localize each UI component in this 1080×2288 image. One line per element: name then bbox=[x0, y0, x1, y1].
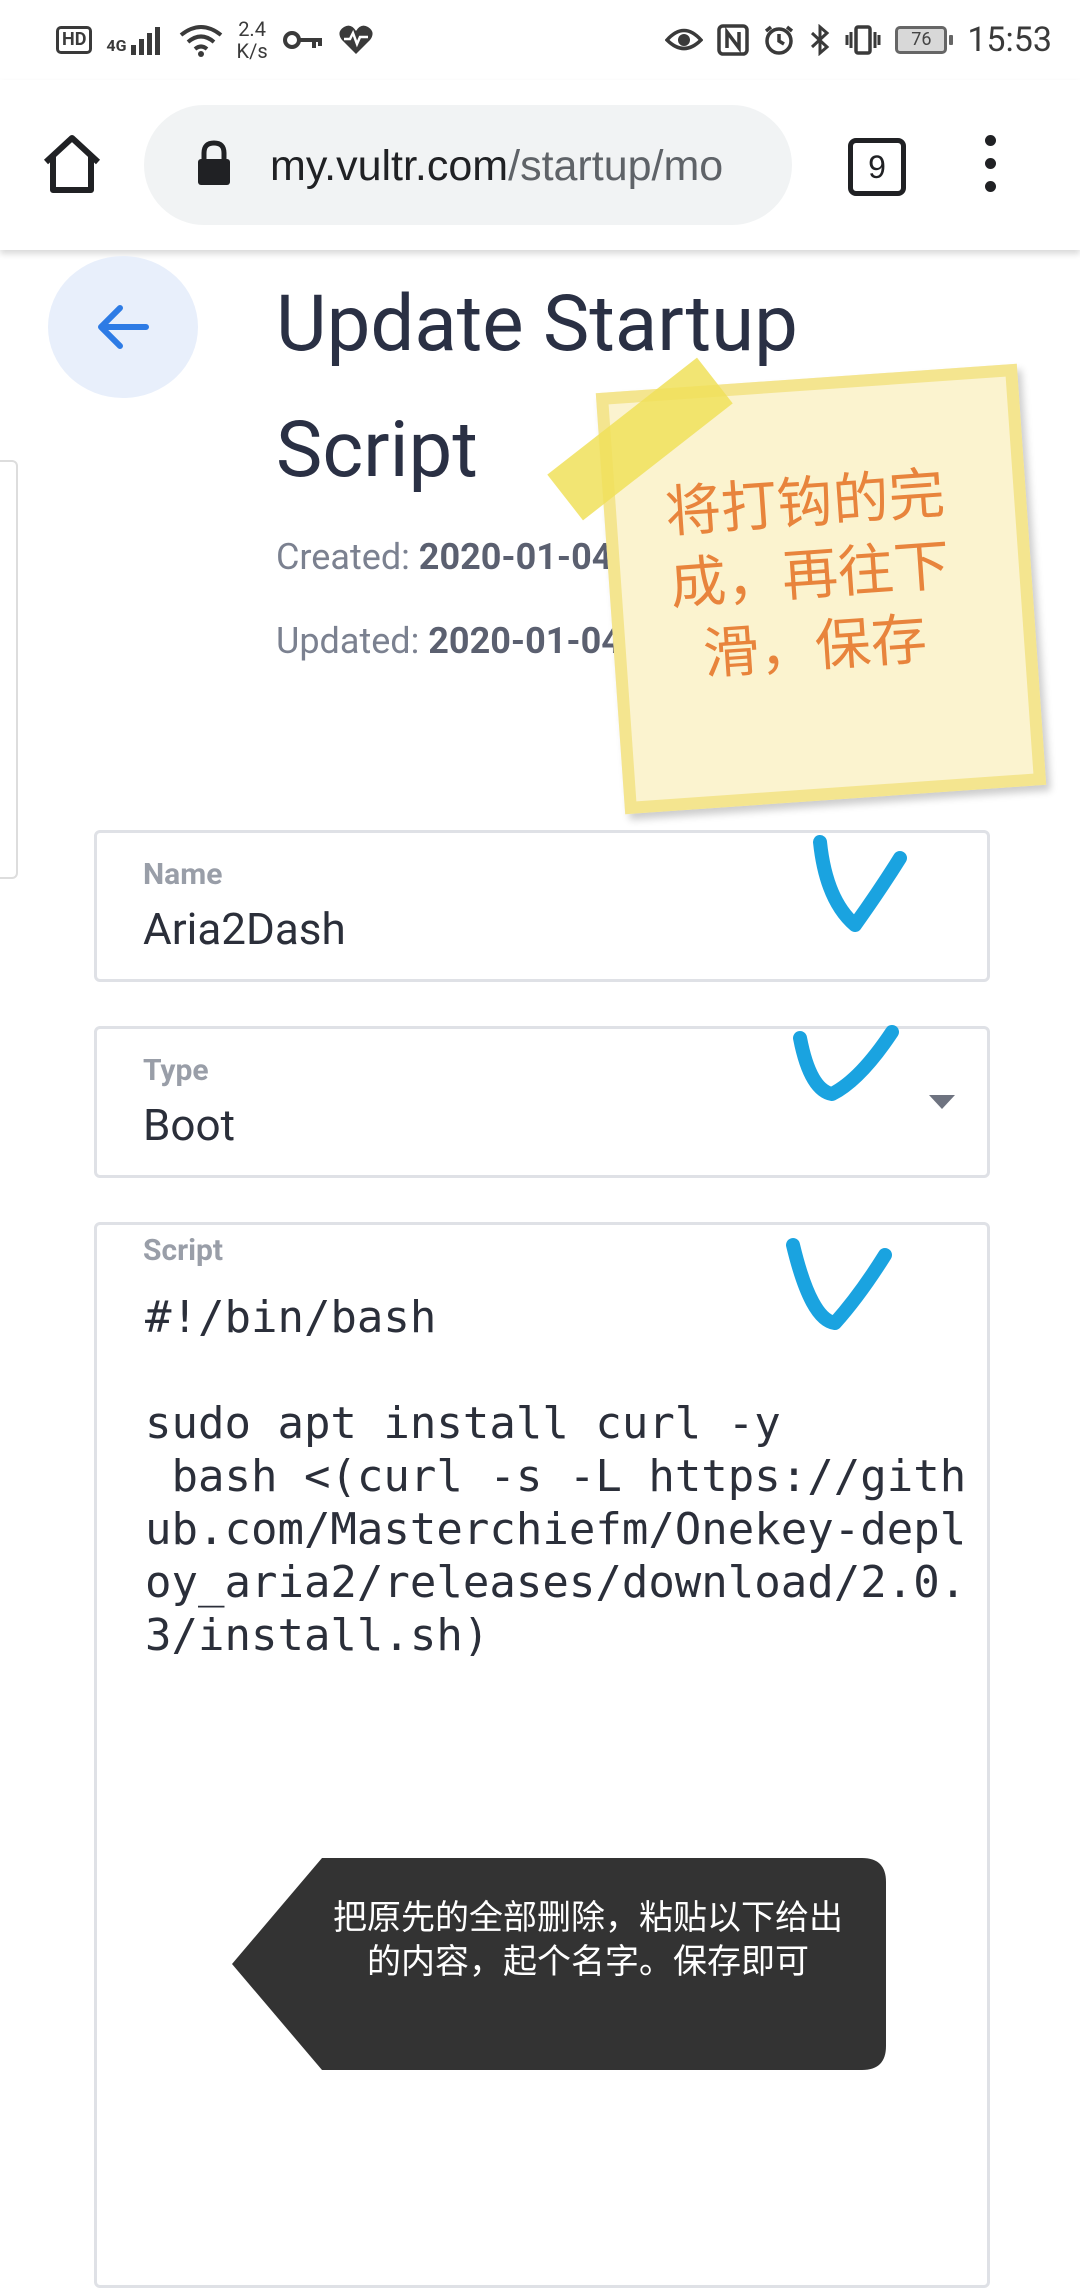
updated-value: 2020-01-04 bbox=[428, 620, 622, 662]
created-label: Created: bbox=[276, 536, 410, 578]
script-textarea[interactable]: #!/bin/bash sudo apt install curl -y bas… bbox=[145, 1291, 985, 1662]
status-bar: HD 4G 2.4 K/s 76 15:53 bbox=[0, 0, 1080, 80]
name-input-value[interactable]: Aria2Dash bbox=[143, 903, 346, 955]
battery-level: 76 bbox=[895, 26, 948, 54]
home-button[interactable] bbox=[40, 132, 104, 196]
network-speed: 2.4 K/s bbox=[237, 18, 268, 62]
created-value: 2020-01-04 bbox=[418, 536, 613, 578]
bluetooth-icon bbox=[811, 24, 830, 56]
overflow-menu-button[interactable] bbox=[985, 135, 997, 195]
hd-icon: HD bbox=[56, 26, 93, 54]
url-text[interactable]: my.vultr.com/startup/mo bbox=[270, 136, 765, 196]
eye-comfort-icon bbox=[665, 28, 704, 51]
vibrate-icon bbox=[845, 25, 881, 55]
type-label: Type bbox=[143, 1053, 209, 1088]
callout-text: 把原先的全部删除，粘贴以下给出的内容，起个名字。保存即可 bbox=[333, 1898, 843, 1982]
side-panel-edge bbox=[0, 460, 18, 879]
script-label: Script bbox=[143, 1233, 224, 1268]
alarm-icon bbox=[765, 25, 794, 55]
speed-unit: K/s bbox=[236, 39, 268, 63]
dropdown-arrow-icon[interactable] bbox=[929, 1095, 955, 1109]
status-right: 76 15:53 bbox=[665, 14, 1052, 66]
url-domain: my.vultr.com bbox=[270, 142, 509, 190]
checkmark-icon bbox=[813, 835, 907, 932]
lock-icon[interactable] bbox=[196, 140, 232, 190]
updated-date: Updated: 2020-01-04 bbox=[276, 620, 622, 662]
home-icon bbox=[43, 135, 101, 193]
name-label: Name bbox=[143, 857, 223, 892]
speed-value: 2.4 bbox=[238, 17, 266, 41]
signal-icon: 4G bbox=[106, 25, 164, 55]
battery-icon: 76 bbox=[895, 26, 954, 54]
tab-switcher-button[interactable]: 9 bbox=[848, 138, 906, 196]
wifi-icon bbox=[179, 25, 222, 57]
type-selected-value[interactable]: Boot bbox=[143, 1099, 235, 1151]
back-button[interactable] bbox=[48, 256, 198, 398]
url-path: /startup/mo bbox=[508, 142, 724, 190]
clock: 15:53 bbox=[967, 20, 1052, 60]
heart-rate-icon bbox=[339, 25, 373, 54]
key-icon bbox=[282, 31, 322, 49]
checkmark-icon bbox=[786, 1238, 892, 1330]
checkmark-icon bbox=[793, 1025, 899, 1101]
arrow-left-icon bbox=[98, 305, 149, 349]
sticky-note-text: 将打钩的完成，再往下滑，保存 bbox=[663, 461, 952, 688]
nfc-icon bbox=[717, 24, 750, 56]
status-left: HD 4G 2.4 K/s bbox=[56, 14, 374, 66]
script-field[interactable]: Script #!/bin/bash sudo apt install curl… bbox=[94, 1222, 990, 2288]
updated-label: Updated: bbox=[276, 620, 420, 662]
created-date: Created: 2020-01-04 bbox=[276, 536, 612, 578]
network-type: 4G bbox=[106, 36, 127, 55]
